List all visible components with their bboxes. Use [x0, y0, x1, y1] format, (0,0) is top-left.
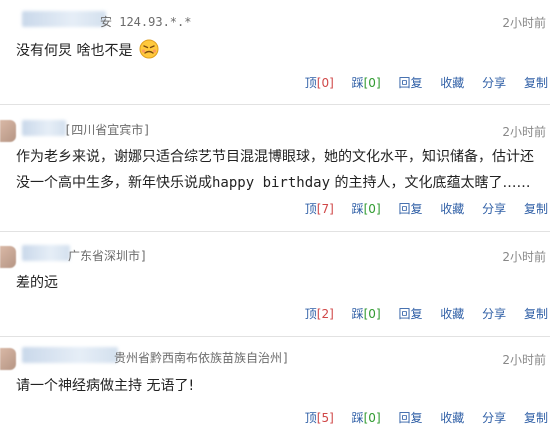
username-blurred[interactable] [22, 11, 106, 27]
favorite-button[interactable]: 收藏 [440, 202, 464, 216]
upvote-button[interactable]: 顶[0] [305, 76, 334, 90]
comment-time: 2小时前 [502, 353, 546, 367]
comment-time: 2小时前 [502, 125, 546, 139]
share-button[interactable]: 分享 [482, 307, 506, 321]
comment-time: 2小时前 [502, 16, 546, 30]
avatar[interactable] [0, 120, 16, 142]
comment-actions: 顶[2] 踩[0] 回复 收藏 分享 复制 [291, 305, 548, 322]
favorite-button[interactable]: 收藏 [440, 411, 464, 425]
upvote-button[interactable]: 顶[5] [305, 411, 334, 425]
copy-button[interactable]: 复制 [524, 411, 548, 425]
comment-location: 贵州省黔西南布依族苗族自治州] [114, 351, 290, 365]
comment-text: 请一个神经病做主持 无语了! [16, 373, 546, 399]
comment-item: 广东省深圳市] 2小时前 差的远 顶[2] 踩[0] 回复 收藏 分享 复制 [0, 232, 550, 332]
avatar[interactable] [0, 246, 16, 268]
username-blurred[interactable] [22, 245, 70, 261]
share-button[interactable]: 分享 [482, 202, 506, 216]
reply-button[interactable]: 回复 [398, 411, 422, 425]
favorite-button[interactable]: 收藏 [440, 307, 464, 321]
avatar[interactable] [0, 348, 16, 370]
comment-actions: 顶[7] 踩[0] 回复 收藏 分享 复制 [291, 200, 548, 217]
reply-button[interactable]: 回复 [398, 307, 422, 321]
reply-button[interactable]: 回复 [398, 76, 422, 90]
comment-actions: 顶[5] 踩[0] 回复 收藏 分享 复制 [291, 409, 548, 426]
username-blurred[interactable] [22, 347, 118, 363]
upvote-button[interactable]: 顶[7] [305, 202, 334, 216]
comment-time: 2小时前 [502, 250, 546, 264]
comment-text-part: happy birthday [212, 175, 331, 191]
comment-text: 作为老乡来说，谢娜只适合综艺节目混混博眼球，她的文化水平，知识储备，估计还没一个… [16, 144, 546, 196]
share-button[interactable]: 分享 [482, 411, 506, 425]
reply-button[interactable]: 回复 [398, 202, 422, 216]
downvote-button[interactable]: 踩[0] [352, 202, 381, 216]
comment-item: 安 124.93.*.* 2小时前 没有何炅 啥也不是 顶[0] 踩[0] 回复… [0, 0, 550, 100]
comment-text: 差的远 [16, 270, 546, 296]
share-button[interactable]: 分享 [482, 76, 506, 90]
copy-button[interactable]: 复制 [524, 307, 548, 321]
username-blurred[interactable] [22, 120, 66, 136]
comment-location: [四川省宜宾市] [64, 123, 151, 137]
comment-actions: 顶[0] 踩[0] 回复 收藏 分享 复制 [291, 74, 548, 91]
upvote-button[interactable]: 顶[2] [305, 307, 334, 321]
downvote-button[interactable]: 踩[0] [352, 307, 381, 321]
comment-location: 安 124.93.*.* [100, 15, 192, 29]
angry-face-emoji-icon [139, 39, 159, 59]
comment-location: 广东省深圳市] [68, 249, 148, 263]
comment-text: 没有何炅 啥也不是 [16, 38, 546, 64]
copy-button[interactable]: 复制 [524, 202, 548, 216]
comment-item: [四川省宜宾市] 2小时前 作为老乡来说，谢娜只适合综艺节目混混博眼球，她的文化… [0, 105, 550, 225]
copy-button[interactable]: 复制 [524, 76, 548, 90]
comment-text-part: 请一个神经病做主持 无语了! [16, 378, 195, 394]
comment-text-part: 没有何炅 啥也不是 [16, 43, 133, 59]
comment-text-part: 的主持人，文化底蕴太瞎了…… [330, 175, 531, 191]
comment-text-part: 差的远 [16, 275, 58, 291]
downvote-button[interactable]: 踩[0] [352, 411, 381, 425]
comment-item: 贵州省黔西南布依族苗族自治州] 2小时前 请一个神经病做主持 无语了! 顶[5]… [0, 337, 550, 437]
downvote-button[interactable]: 踩[0] [352, 76, 381, 90]
favorite-button[interactable]: 收藏 [440, 76, 464, 90]
